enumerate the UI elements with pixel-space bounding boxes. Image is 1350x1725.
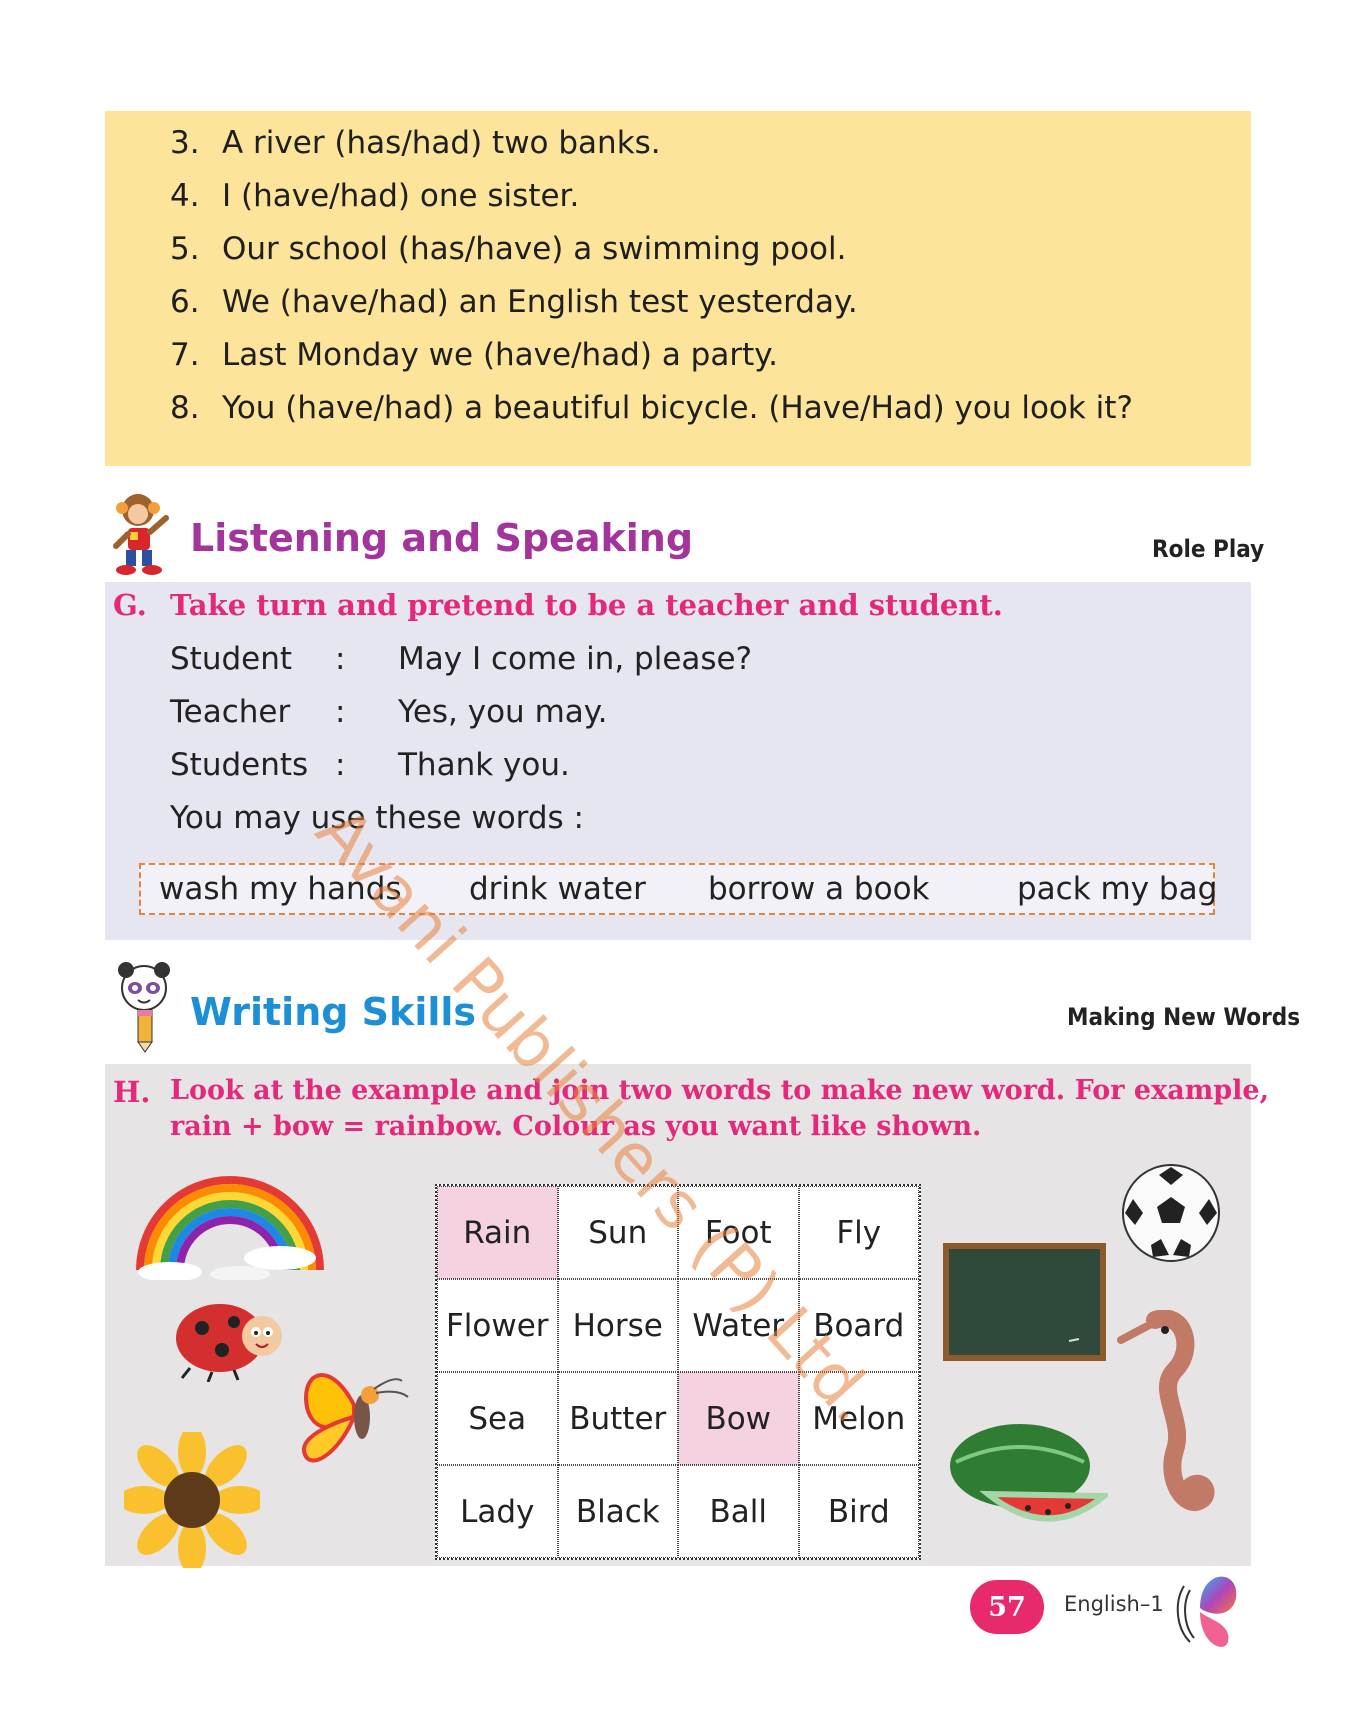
grid-cell[interactable]: Horse bbox=[557, 1279, 678, 1372]
grid-cell[interactable]: Black bbox=[557, 1465, 678, 1558]
dialogue-separator: : bbox=[335, 641, 346, 677]
grid-cell[interactable]: Lady bbox=[437, 1465, 558, 1558]
dialogue-line: Yes, you may. bbox=[398, 694, 608, 730]
watermelon-icon bbox=[948, 1422, 1113, 1532]
butterfly-logo-icon bbox=[1170, 1568, 1240, 1650]
dialogue-speaker: Student bbox=[170, 641, 293, 677]
word-grid: Rain Sun Foot Fly Flower Horse Water Boa… bbox=[435, 1184, 921, 1560]
grid-cell[interactable]: Melon bbox=[798, 1372, 919, 1465]
grid-cell[interactable]: Flower bbox=[437, 1279, 558, 1372]
word-bank-item: drink water bbox=[469, 871, 646, 907]
dialogue-line: May I come in, please? bbox=[398, 641, 753, 677]
section-tag-making-new-words: Making New Words bbox=[1067, 1003, 1301, 1031]
grid-cell[interactable]: Fly bbox=[798, 1186, 919, 1279]
book-title: English–1 bbox=[1064, 1592, 1164, 1616]
grid-cell[interactable]: Bow bbox=[678, 1372, 799, 1465]
dialogue-separator: : bbox=[335, 694, 346, 730]
word-bank-item: wash my hands bbox=[159, 871, 402, 907]
sunflower-icon bbox=[118, 1426, 266, 1574]
use-words-prompt: You may use these words : bbox=[170, 800, 585, 836]
grid-cell[interactable]: Foot bbox=[678, 1186, 799, 1279]
section-title-writing: Writing Skills bbox=[190, 990, 477, 1034]
grammar-exercise-box: 3. A river (has/had) two banks. 4. I (have… bbox=[105, 111, 1251, 466]
monkey-mascot-icon bbox=[108, 488, 176, 576]
list-item: 3. A river (has/had) two banks. bbox=[170, 125, 661, 161]
grid-cell[interactable]: Board bbox=[798, 1279, 919, 1372]
dialogue-line: Thank you. bbox=[398, 747, 570, 783]
list-item: 7. Last Monday we (have/had) a party. bbox=[170, 337, 779, 373]
grid-cell[interactable]: Ball bbox=[678, 1465, 799, 1558]
list-item: 8. You (have/had) a beautiful bicycle. (H… bbox=[170, 390, 1133, 426]
exercise-label: G. bbox=[113, 588, 147, 622]
grid-cell[interactable]: Water bbox=[678, 1279, 799, 1372]
word-bank-item: pack my bag bbox=[1017, 871, 1218, 907]
blackboard-icon bbox=[943, 1243, 1106, 1361]
exercise-instruction-example: rain + bow = rainbow. Colour as you want… bbox=[170, 1111, 982, 1142]
grid-cell[interactable]: Rain bbox=[437, 1186, 558, 1279]
grid-cell[interactable]: Butter bbox=[557, 1372, 678, 1465]
page-number: 57 bbox=[970, 1580, 1044, 1634]
rainbow-icon bbox=[130, 1160, 330, 1282]
panda-pencil-mascot-icon bbox=[112, 958, 180, 1054]
list-item: 4. I (have/had) one sister. bbox=[170, 178, 580, 214]
exercise-instruction: Look at the example and join two words t… bbox=[170, 1075, 1269, 1106]
grid-cell[interactable]: Bird bbox=[798, 1465, 919, 1558]
grid-cell[interactable]: Sea bbox=[437, 1372, 558, 1465]
football-icon bbox=[1121, 1163, 1221, 1263]
word-bank: wash my hands drink water borrow a book … bbox=[139, 863, 1218, 915]
ladybird-icon bbox=[172, 1292, 292, 1383]
dialogue-speaker: Teacher bbox=[170, 694, 291, 730]
exercise-label: H. bbox=[113, 1075, 151, 1109]
word-bank-item: borrow a book bbox=[708, 871, 930, 907]
grid-cell[interactable]: Sun bbox=[557, 1186, 678, 1279]
dialogue-separator: : bbox=[335, 747, 346, 783]
list-item: 5. Our school (has/have) a swimming pool. bbox=[170, 231, 847, 267]
section-tag-role-play: Role Play bbox=[1152, 535, 1265, 563]
list-item: 6. We (have/had) an English test yesterda… bbox=[170, 284, 858, 320]
seahorse-icon bbox=[1115, 1309, 1215, 1530]
butterfly-icon bbox=[298, 1355, 416, 1475]
section-title-listening: Listening and Speaking bbox=[190, 516, 694, 560]
exercise-instruction: Take turn and pretend to be a teacher an… bbox=[170, 588, 1003, 622]
dialogue-speaker: Students bbox=[170, 747, 309, 783]
